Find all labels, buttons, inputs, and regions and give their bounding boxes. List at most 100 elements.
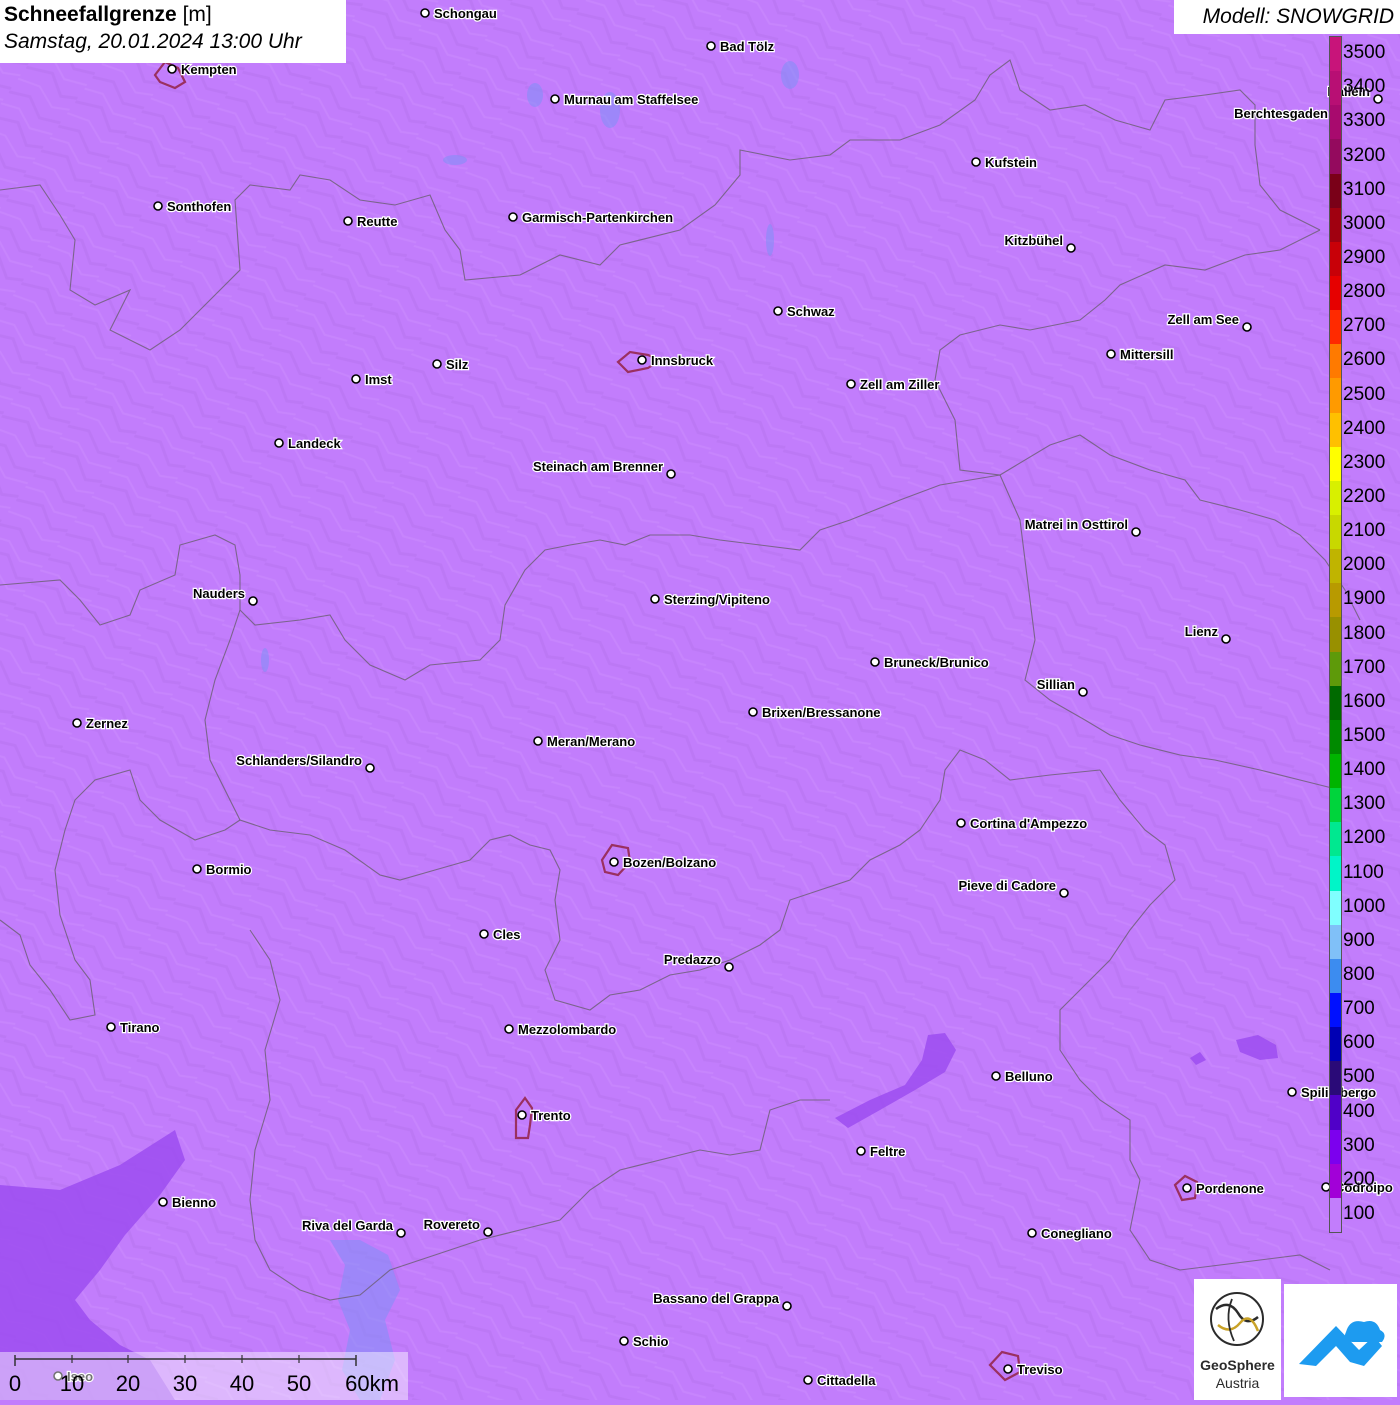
city-label: Feltre bbox=[870, 1144, 905, 1159]
city-marker-brixen-bressanone: Brixen/Bressanone bbox=[748, 704, 882, 721]
legend-swatch bbox=[1330, 446, 1341, 482]
city-label: Meran/Merano bbox=[547, 734, 635, 749]
city-dot-icon bbox=[504, 1024, 514, 1034]
scale-bar-label: 10 bbox=[59, 1371, 85, 1396]
geosphere-logo[interactable]: GeoSphere Austria bbox=[1194, 1279, 1281, 1400]
legend-label: 100 bbox=[1343, 1202, 1375, 1224]
legend-label: 800 bbox=[1343, 963, 1375, 985]
legend-label: 400 bbox=[1343, 1100, 1375, 1122]
legend-swatch bbox=[1330, 788, 1341, 823]
city-dot-icon bbox=[533, 736, 543, 746]
scale-bar-label: 40 bbox=[229, 1371, 255, 1396]
city-marker-bruneck-brunico: Bruneck/Brunico bbox=[870, 654, 990, 671]
legend-label: 2700 bbox=[1343, 315, 1386, 337]
city-label: Cittadella bbox=[817, 1373, 876, 1388]
city-label: Sonthofen bbox=[167, 199, 231, 214]
legend-swatch bbox=[1330, 1197, 1341, 1233]
legend-label: 500 bbox=[1343, 1066, 1375, 1088]
city-label: Pieve di Cadore bbox=[958, 878, 1056, 893]
model-label: Modell: SNOWGRID bbox=[1174, 0, 1400, 34]
legend-label: 1200 bbox=[1343, 827, 1386, 849]
city-dot-icon bbox=[517, 1110, 527, 1120]
logo-name: GeoSphere bbox=[1200, 1357, 1275, 1373]
city-dot-icon bbox=[748, 707, 758, 717]
legend-label: 3300 bbox=[1343, 110, 1386, 132]
city-label: Zell am See bbox=[1167, 312, 1239, 327]
legend-swatch bbox=[1330, 71, 1341, 106]
city-dot-icon bbox=[870, 657, 880, 667]
legend-label: 2000 bbox=[1343, 554, 1386, 576]
city-marker-conegliano: Conegliano bbox=[1027, 1225, 1113, 1242]
city-label: Murnau am Staffelsee bbox=[564, 92, 698, 107]
city-dot-icon bbox=[971, 157, 981, 167]
city-dot-icon bbox=[106, 1022, 116, 1032]
city-dot-icon bbox=[365, 763, 375, 773]
city-dot-icon bbox=[432, 359, 442, 369]
legend-swatch bbox=[1330, 924, 1341, 960]
city-marker-cortina-d-ampezzo: Cortina d'Ampezzo bbox=[956, 815, 1088, 832]
legend-label: 3100 bbox=[1343, 178, 1386, 200]
legend-swatch bbox=[1330, 1061, 1341, 1096]
legend-swatch bbox=[1330, 241, 1341, 277]
legend-label: 300 bbox=[1343, 1134, 1375, 1156]
city-label: Bassano del Grappa bbox=[653, 1291, 779, 1306]
city-label: Rovereto bbox=[424, 1217, 480, 1232]
city-dot-icon bbox=[724, 962, 734, 972]
city-dot-icon bbox=[351, 374, 361, 384]
legend-label: 2600 bbox=[1343, 349, 1386, 371]
legend-swatch bbox=[1330, 207, 1341, 243]
legend-swatch bbox=[1330, 310, 1341, 345]
map-title: Schneefallgrenze [m] bbox=[4, 3, 342, 27]
city-marker-pordenone: Pordenone bbox=[1182, 1180, 1265, 1197]
city-dot-icon bbox=[274, 438, 284, 448]
city-dot-icon bbox=[1242, 322, 1252, 332]
legend-swatch bbox=[1330, 1163, 1341, 1199]
city-dot-icon bbox=[782, 1301, 792, 1311]
city-label: Mittersill bbox=[1120, 347, 1173, 362]
city-label: Steinach am Brenner bbox=[533, 459, 663, 474]
city-dot-icon bbox=[1078, 687, 1088, 697]
city-label: Pordenone bbox=[1196, 1181, 1264, 1196]
city-dot-icon bbox=[666, 469, 676, 479]
legend-label: 2800 bbox=[1343, 281, 1386, 303]
map-title-unit: [m] bbox=[182, 3, 212, 26]
scale-bar-label: 50 bbox=[286, 1371, 312, 1396]
color-legend bbox=[1329, 36, 1342, 1233]
scale-bar-label: 20 bbox=[115, 1371, 141, 1396]
city-dot-icon bbox=[856, 1146, 866, 1156]
legend-label: 3000 bbox=[1343, 212, 1386, 234]
geosphere-emblem-icon bbox=[1210, 1292, 1264, 1346]
city-label: Schwaz bbox=[787, 304, 835, 319]
city-label: Schongau bbox=[434, 6, 497, 21]
app-logo[interactable] bbox=[1284, 1284, 1397, 1397]
legend-label: 2200 bbox=[1343, 485, 1386, 507]
city-marker-sterzing-vipiteno: Sterzing/Vipiteno bbox=[650, 591, 771, 608]
city-marker-garmisch-partenkirchen: Garmisch-Partenkirchen bbox=[508, 209, 674, 226]
legend-swatch bbox=[1330, 993, 1341, 1028]
city-dot-icon bbox=[192, 864, 202, 874]
legend-swatch bbox=[1330, 105, 1341, 140]
city-dot-icon bbox=[483, 1227, 493, 1237]
city-dot-icon bbox=[343, 216, 353, 226]
city-label: Bienno bbox=[172, 1195, 216, 1210]
legend-label: 1400 bbox=[1343, 759, 1386, 781]
city-dot-icon bbox=[167, 64, 177, 74]
legend-swatch bbox=[1330, 856, 1341, 892]
city-dot-icon bbox=[1066, 243, 1076, 253]
city-label: Sillian bbox=[1037, 677, 1075, 692]
legend-swatch bbox=[1330, 1095, 1341, 1131]
city-dot-icon bbox=[956, 818, 966, 828]
legend-swatch bbox=[1330, 173, 1341, 209]
legend-label: 1900 bbox=[1343, 588, 1386, 610]
city-label: Bozen/Bolzano bbox=[623, 855, 716, 870]
city-label: Imst bbox=[365, 372, 392, 387]
legend-swatch bbox=[1330, 344, 1341, 379]
city-dot-icon bbox=[396, 1228, 406, 1238]
city-dot-icon bbox=[706, 41, 716, 51]
city-dot-icon bbox=[508, 212, 518, 222]
city-dot-icon bbox=[1221, 634, 1231, 644]
scale-bar-label: 0 bbox=[8, 1371, 22, 1396]
legend-swatch bbox=[1330, 583, 1341, 618]
city-dot-icon bbox=[650, 594, 660, 604]
city-label: Kufstein bbox=[985, 155, 1037, 170]
